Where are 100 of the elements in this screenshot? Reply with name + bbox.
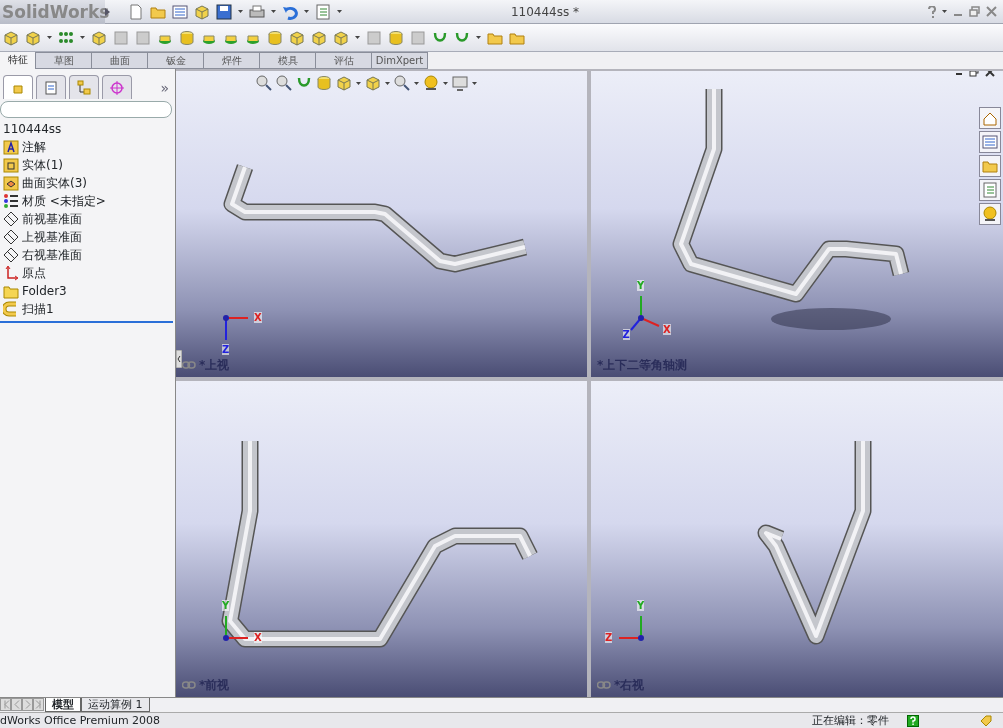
- task-pane-button[interactable]: [979, 155, 1001, 177]
- axis-label: Y: [637, 280, 645, 292]
- command-tab[interactable]: 草图: [36, 52, 92, 69]
- command-tab[interactable]: 钣金: [148, 52, 204, 69]
- axis-label: Z: [222, 343, 230, 355]
- tree-item[interactable]: 右视基准面: [22, 246, 82, 264]
- dot-grid-icon[interactable]: [58, 29, 74, 46]
- help-icon[interactable]: [907, 714, 919, 727]
- tree-item[interactable]: 扫描1: [22, 300, 54, 318]
- material-icon: [3, 193, 19, 209]
- plane-icon: [3, 211, 19, 227]
- axis-label: X: [663, 323, 671, 335]
- cube-icon[interactable]: [3, 29, 19, 46]
- panel-tab[interactable]: [102, 75, 132, 99]
- axis-triad-icon: [222, 615, 249, 642]
- cylinder-icon[interactable]: [179, 29, 195, 46]
- restore-icon[interactable]: [969, 6, 980, 17]
- folder-icon: [3, 283, 19, 299]
- expand-arrow-icon[interactable]: [105, 7, 110, 16]
- zoom-icon[interactable]: [276, 75, 292, 91]
- sheet-tab[interactable]: 运动算例 1: [81, 698, 150, 712]
- collapse-handle-icon[interactable]: [176, 350, 182, 368]
- plane-icon: [3, 229, 19, 245]
- task-pane-button[interactable]: [979, 179, 1001, 201]
- task-pane-button[interactable]: [979, 203, 1001, 225]
- solid-icon: [3, 157, 19, 173]
- axis-label: X: [253, 632, 262, 643]
- axis-triad-icon: [222, 314, 249, 341]
- caret-icon: [356, 81, 361, 85]
- bulb-icon: [982, 206, 998, 222]
- target-icon: [109, 79, 125, 96]
- tab-scroll-icon[interactable]: [22, 698, 33, 711]
- printer-icon[interactable]: [249, 3, 265, 20]
- product-name: dWorks Office Premium 2008: [0, 713, 161, 728]
- axis-label: X: [253, 312, 262, 323]
- command-tab[interactable]: 评估: [316, 52, 372, 69]
- panel-tab[interactable]: [36, 75, 66, 99]
- save-icon[interactable]: [216, 3, 232, 20]
- axis-triad-icon: [630, 295, 660, 331]
- cube-icon[interactable]: [333, 29, 349, 46]
- open-folder-icon: [982, 158, 998, 174]
- more-tabs-chevron[interactable]: »: [160, 78, 169, 99]
- caret-icon: [385, 81, 390, 85]
- command-tab[interactable]: 焊件: [204, 52, 260, 69]
- help-icon[interactable]: [928, 5, 936, 18]
- annotation-icon: [3, 139, 19, 155]
- tree-item[interactable]: 曲面实体(3): [22, 174, 87, 192]
- panel-tab[interactable]: [69, 75, 99, 99]
- cube-icon[interactable]: [365, 75, 381, 91]
- tree-item[interactable]: 上视基准面: [22, 228, 82, 246]
- command-tab[interactable]: 模具: [260, 52, 316, 69]
- caret-icon: [304, 10, 309, 13]
- panel-tab[interactable]: [3, 75, 33, 99]
- list-icon[interactable]: [315, 3, 331, 20]
- caret-icon: [476, 36, 481, 39]
- caret-icon: [942, 10, 947, 13]
- caret-icon: [271, 10, 276, 13]
- form-icon[interactable]: [172, 3, 188, 20]
- caret-icon: [238, 10, 243, 13]
- tree-item[interactable]: 原点: [22, 264, 46, 282]
- filter-field[interactable]: [0, 101, 172, 118]
- cube-icon[interactable]: [336, 75, 352, 91]
- caret-icon: [355, 36, 360, 39]
- origin-icon: [3, 265, 19, 281]
- command-tab[interactable]: DimXpert: [372, 52, 428, 69]
- zoom-icon[interactable]: [256, 75, 272, 91]
- editing-status: 正在编辑：零件: [812, 713, 889, 728]
- tree-item[interactable]: 前视基准面: [22, 210, 82, 228]
- plane-icon: [3, 247, 19, 263]
- tab-scroll-icon[interactable]: [11, 698, 22, 711]
- tree-item[interactable]: 实体(1): [22, 156, 63, 174]
- axis-triad-icon: [618, 615, 645, 642]
- command-tab[interactable]: 特征: [0, 52, 36, 69]
- cube-icon[interactable]: [311, 29, 327, 46]
- task-pane-button[interactable]: [979, 131, 1001, 153]
- monitor-icon[interactable]: [452, 75, 468, 91]
- config-icon: [76, 79, 92, 96]
- tab-scroll-icon[interactable]: [0, 698, 11, 711]
- caret-icon: [80, 36, 85, 39]
- tag-icon[interactable]: [979, 713, 993, 728]
- cube-icon[interactable]: [289, 29, 305, 46]
- tree-item[interactable]: 注解: [22, 138, 46, 156]
- new-document-icon[interactable]: [128, 3, 144, 20]
- tree-root[interactable]: 110444ss: [3, 120, 175, 138]
- caret-icon: [443, 81, 448, 85]
- surface-icon: [3, 175, 19, 191]
- cylinder-icon[interactable]: [267, 29, 283, 46]
- axis-label: Y: [222, 600, 230, 612]
- tree-item[interactable]: 材质 <未指定>: [22, 192, 106, 210]
- axis-label: Z: [622, 329, 630, 341]
- tree-item[interactable]: Folder3: [22, 282, 67, 300]
- axis-label: Z: [605, 632, 613, 643]
- command-tab[interactable]: 曲面: [92, 52, 148, 69]
- sheet-tab[interactable]: 模型: [45, 698, 81, 712]
- task-pane-button[interactable]: [979, 107, 1001, 129]
- cube-icon[interactable]: [194, 3, 210, 20]
- cube-icon[interactable]: [25, 29, 41, 46]
- tab-scroll-icon[interactable]: [33, 698, 44, 711]
- axis-label: Y: [637, 600, 645, 612]
- lightbulb-icon[interactable]: [423, 75, 439, 91]
